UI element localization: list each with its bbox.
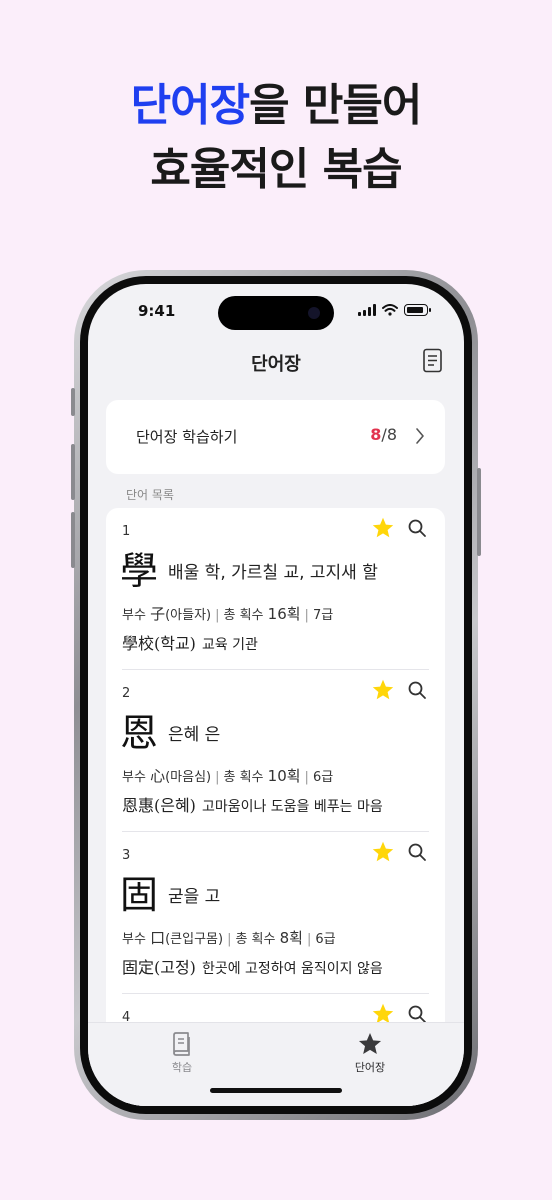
stroke-count: 16획 [267, 605, 301, 623]
battery-icon [404, 304, 431, 316]
book-icon [173, 1032, 190, 1056]
hanja-meaning: 굳을 고 [168, 887, 221, 907]
radical-name: (아들자) [165, 608, 212, 623]
entry-number: 3 [122, 848, 131, 863]
example-word: 學校(학교) [122, 634, 196, 653]
page-title: 단어장 [251, 354, 301, 375]
search-icon[interactable] [407, 518, 427, 538]
section-label: 단어 목록 [126, 488, 174, 502]
home-indicator[interactable] [210, 1088, 342, 1093]
mute-switch [71, 388, 75, 416]
hanja-meta: 부수 口(큰입구몸) | 총 획수 8획 | 6급 [122, 929, 336, 947]
search-icon[interactable] [407, 680, 427, 700]
stroke-count: 10획 [267, 767, 301, 785]
study-vocab-button[interactable]: 단어장 학습하기 8/8 [106, 400, 445, 474]
entry-number: 1 [122, 524, 131, 539]
volume-down-button [71, 512, 75, 568]
grade: 6급 [315, 932, 336, 947]
search-icon[interactable] [407, 842, 427, 862]
headline-accent: 단어장 [130, 80, 250, 131]
hanja-meaning: 은혜 은 [168, 725, 221, 745]
strokes-label: 총 획수 [223, 770, 264, 785]
star-icon[interactable] [371, 678, 395, 702]
strokes-label: 총 획수 [223, 608, 264, 623]
chevron-right-icon [416, 428, 424, 444]
example-word: 固定(고정) [122, 958, 196, 977]
hanja-meaning: 배울 학, 가르칠 교, 고지새 할 [168, 563, 378, 583]
radical: 口 [150, 929, 166, 947]
hanja-meta: 부수 心(마음심) | 총 획수 10획 | 6급 [122, 767, 334, 785]
headline-line1-rest: 을 만들어 [249, 80, 422, 131]
wifi-icon [382, 304, 398, 316]
headline-line2: 효율적인 복습 [150, 144, 402, 195]
entry-number: 2 [122, 686, 131, 701]
example-word: 恩惠(은혜) [122, 796, 196, 815]
example-row: 固定(고정) 한곳에 고정하여 움직이지 않음 [122, 954, 383, 978]
tab-study-label: 학습 [171, 1061, 193, 1074]
headline-line1: 단어장을 만들어 [0, 74, 552, 138]
example-row: 恩惠(은혜) 고마움이나 도움을 베푸는 마음 [122, 792, 383, 816]
tab-bar: 학습 단어장 [88, 1022, 464, 1106]
strokes-label: 총 획수 [235, 932, 276, 947]
star-icon[interactable] [371, 840, 395, 864]
list-item[interactable]: 3 固 굳을 고 부수 口(큰입구몸) | 총 획수 8획 | 6급 固定(고정) 한곳에… [106, 832, 445, 994]
radical-prefix: 부수 [122, 932, 146, 947]
radical-name: (마음심) [165, 770, 212, 785]
document-icon[interactable] [422, 348, 444, 374]
radical-prefix: 부수 [122, 608, 146, 623]
radical-name: (큰입구몸) [165, 932, 224, 947]
phone-screen: 9:41 단어장 단어장 학습하기 8/8 단어 목록 1 學 배울 학, 가르… [88, 284, 464, 1106]
list-item[interactable]: 2 恩 은혜 은 부수 心(마음심) | 총 획수 10획 | 6급 恩惠(은혜) 고마움… [106, 670, 445, 832]
hanja-character: 學 [120, 549, 159, 593]
example-meaning: 교육 기관 [201, 637, 258, 653]
grade: 7급 [312, 608, 334, 623]
example-row: 學校(학교) 교육 기관 [122, 630, 258, 654]
radical-prefix: 부수 [122, 770, 146, 785]
study-label: 단어장 학습하기 [136, 428, 238, 446]
headline: 단어장을 만들어 효율적인 복습 [0, 74, 552, 202]
grade: 6급 [312, 770, 334, 785]
volume-up-button [71, 444, 75, 500]
tab-vocab[interactable]: 단어장 [330, 1031, 410, 1075]
radical: 心 [150, 767, 166, 785]
stroke-count: 8획 [279, 929, 303, 947]
search-icon[interactable] [407, 1004, 427, 1024]
list-item[interactable]: 1 學 배울 학, 가르칠 교, 고지새 할 부수 子(아들자) | 총 획수 16… [106, 508, 445, 670]
hanja-meta: 부수 子(아들자) | 총 획수 16획 | 7급 [122, 605, 334, 623]
example-meaning: 한곳에 고정하여 움직이지 않음 [201, 961, 383, 977]
word-list: 1 學 배울 학, 가르칠 교, 고지새 할 부수 子(아들자) | 총 획수 16… [106, 508, 445, 1106]
star-icon [358, 1032, 382, 1054]
radical: 子 [150, 605, 166, 623]
tab-vocab-label: 단어장 [354, 1061, 386, 1074]
study-progress: 8/8 [370, 425, 397, 444]
example-meaning: 고마움이나 도움을 베푸는 마음 [201, 799, 383, 815]
star-icon[interactable] [371, 516, 395, 540]
dynamic-island [218, 296, 334, 330]
status-time: 9:41 [138, 302, 176, 320]
hanja-character: 固 [120, 873, 159, 917]
tab-study[interactable]: 학습 [142, 1031, 222, 1075]
study-total-count: /8 [381, 425, 397, 444]
study-done-count: 8 [370, 425, 382, 444]
cellular-signal-icon [358, 304, 376, 316]
status-icons [358, 304, 431, 316]
power-button [477, 468, 481, 556]
hanja-character: 恩 [120, 711, 159, 755]
